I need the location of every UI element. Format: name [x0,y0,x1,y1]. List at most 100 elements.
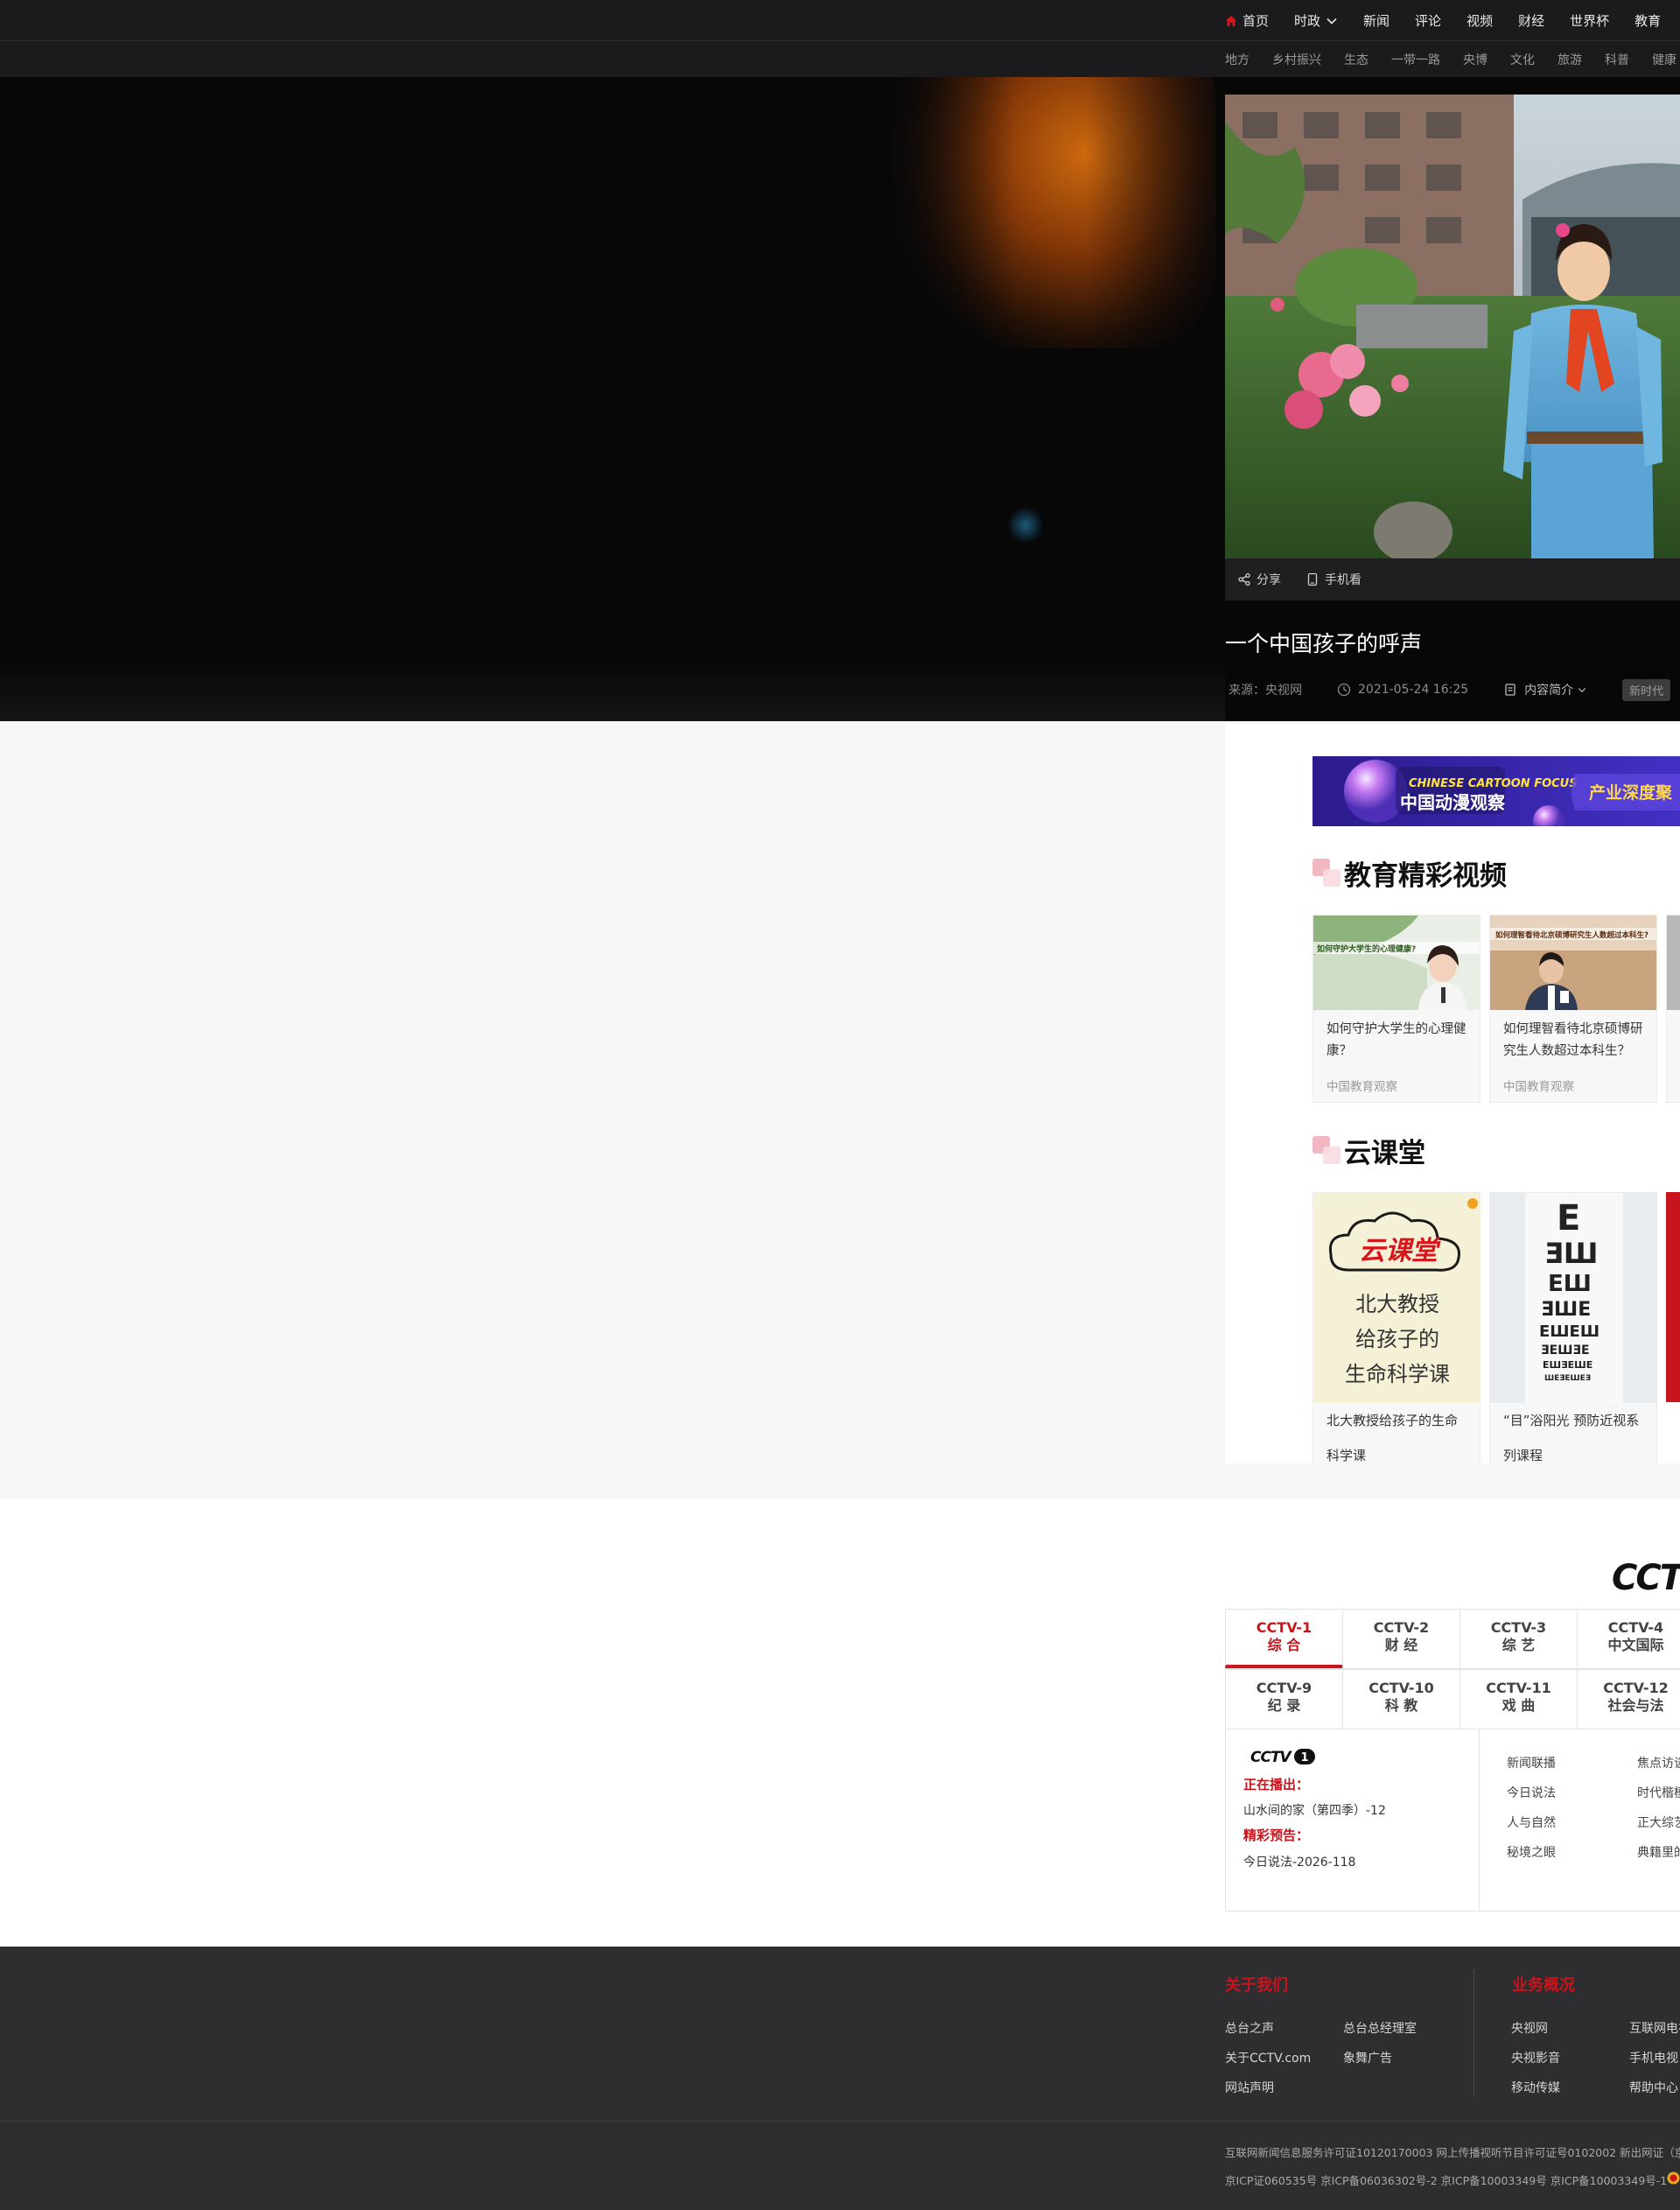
footer-license-line: 互联网新闻信息服务许可证10120170003 网上传播视听节目许可证号0102… [1225,2146,1680,2159]
video-intro-toggle[interactable]: 内容简介 [1503,681,1587,698]
footer-divider [0,2121,1680,2122]
share-label: 分享 [1256,573,1281,587]
svg-text:EШƎEШE: EШƎEШE [1543,1359,1592,1371]
card-source: 中国教育观察 [1503,1080,1574,1094]
sub-nav-item[interactable]: 乡村振兴 [1272,51,1321,68]
sub-nav-item[interactable]: 一带一路 [1391,51,1440,68]
program-link[interactable]: 焦点访谈 [1637,1749,1680,1779]
hero-backdrop-dot [1008,506,1043,544]
footer-link[interactable]: 互联网电视 [1629,2019,1680,2037]
footer-link[interactable]: 央视影音 [1511,2049,1560,2066]
footer-link[interactable]: 象舞广告 [1343,2049,1392,2066]
channel-code: CCTV-1 [1256,1619,1312,1636]
course-poster-line: 生命科学课 [1345,1362,1450,1386]
channel-code: CCTV-10 [1368,1680,1434,1696]
nav-item-news[interactable]: 新闻 [1363,11,1390,30]
player-toolbar: 分享 手机看 [1225,558,1680,600]
preview-program[interactable]: 今日说法-2026-118 [1243,1853,1355,1870]
channel-tab-cctv9[interactable]: CCTV-9 纪 录 [1225,1669,1342,1729]
police-badge-icon [1667,2171,1680,2185]
program-link[interactable]: 新闻联播 [1507,1749,1556,1779]
now-playing-program[interactable]: 山水间的家（第四季）-12 [1243,1801,1386,1819]
footer-icp-line: 京ICP证060535号 京ICP备06036302号-2 京ICP备10003… [1225,2174,1668,2187]
cctv1-logo-number: 1 [1300,1751,1308,1764]
phone-icon [1307,572,1318,586]
channel-tab-cctv12[interactable]: CCTV-12 社会与法 [1577,1669,1680,1729]
footer-link[interactable]: 网站声明 [1225,2079,1274,2096]
mobile-watch-button[interactable]: 手机看 [1306,571,1362,588]
cloud-section-header: 云课堂 [1312,1131,1425,1170]
program-link[interactable]: 时代楷模 [1637,1779,1680,1808]
program-link[interactable]: 今日说法 [1507,1779,1556,1808]
channel-tab-cctv1[interactable]: CCTV-1 综 合 [1225,1609,1342,1668]
nav-item-home[interactable]: 首页 [1225,11,1269,30]
cloud-course-card[interactable]: E ƎШ EШ ƎШE EШEШ ƎEШƎE EШƎEШE ШEƎEШEƎ “目… [1489,1192,1657,1463]
cctv1-logo-text: CCTV [1250,1749,1293,1766]
sub-nav-item[interactable]: 健康 [1652,51,1676,68]
cctv-logo: CCT [1612,1558,1680,1598]
card-thumbnail: 如何守护大学生的心理健康? [1313,916,1480,1010]
nav-label: 新闻 [1363,13,1390,29]
sub-nav-item[interactable]: 旅游 [1558,51,1582,68]
card-title: 如何守护大学生的心理健康？ [1326,1022,1466,1058]
cctv1-logo: CCTV 1 [1250,1747,1317,1770]
channel-name: 综 合 [1267,1637,1301,1653]
channel-tab-cctv10[interactable]: CCTV-10 科 教 [1342,1669,1460,1729]
chevron-down-icon [1578,688,1586,693]
cloud-course-card-partial[interactable] [1666,1192,1680,1402]
channel-code: CCTV-2 [1373,1619,1430,1636]
promo-banner[interactable]: CHINESE CARTOON FOCUS 中国动漫观察 产业深度聚 [1312,756,1680,826]
video-tag[interactable]: 新时代 [1622,678,1671,701]
channel-name: 社会与法 [1607,1697,1664,1714]
sub-nav-item[interactable]: 科普 [1605,51,1629,68]
edu-section-header: 教育精彩视频 [1312,853,1507,893]
footer-link[interactable]: 移动传媒 [1511,2079,1560,2096]
footer-link[interactable]: 总台总经理室 [1343,2019,1417,2037]
section-marker-icon [1312,858,1340,887]
chevron-down-icon [1326,18,1337,25]
edu-video-card[interactable]: 如何理智看待北京硕博研究生人数超过本科生? 如何理智看待北京硕博研究生人数超过本… [1489,915,1657,1103]
sub-nav-item[interactable]: 文化 [1510,51,1535,68]
video-source: 来源：央视网 [1228,684,1302,698]
eye-chart-image: E ƎШ EШ ƎШE EШEШ ƎEШƎE EШƎEШE ШEƎEШEƎ [1490,1193,1656,1403]
nav-item-comment[interactable]: 评论 [1415,11,1441,30]
edu-video-card-partial[interactable] [1666,915,1680,1103]
nav-item-finance[interactable]: 财经 [1518,11,1544,30]
card-title: “目”浴阳光 预防近视系列课程 [1503,1413,1640,1463]
channel-tab-cctv3[interactable]: CCTV-3 综 艺 [1460,1609,1577,1668]
footer-link[interactable]: 手机电视 [1629,2049,1678,2066]
edu-video-card[interactable]: 如何守护大学生的心理健康? 如何守护大学生的心理健康？ 中国教育观察 [1312,915,1480,1103]
video-intro-label: 内容简介 [1524,684,1574,698]
nav-item-worldcup[interactable]: 世界杯 [1570,11,1609,30]
hero-backdrop-shade [875,77,1225,721]
footer-link[interactable]: 央视网 [1511,2019,1548,2037]
nav-item-education[interactable]: 教育 [1634,11,1661,30]
promo-banner-image: CHINESE CARTOON FOCUS 中国动漫观察 产业深度聚 [1312,756,1680,826]
channel-name: 中文国际 [1607,1637,1664,1653]
cloud-course-card[interactable]: 云课堂 北大教授 给孩子的 生命科学课 北大教授给孩子的生命科学课 [1312,1192,1480,1463]
section-marker-icon [1312,1135,1340,1164]
footer-link[interactable]: 总台之声 [1225,2019,1274,2037]
sub-nav-item[interactable]: 生态 [1344,51,1368,68]
program-link[interactable]: 典籍里的 [1637,1838,1680,1868]
nav-item-politics[interactable]: 时政 [1294,11,1338,30]
now-playing-label: 正在播出： [1243,1777,1310,1793]
channel-code: CCTV-3 [1490,1619,1547,1636]
nav-label: 世界杯 [1570,13,1610,29]
channel-tab-cctv4[interactable]: CCTV-4 中文国际 [1577,1609,1680,1668]
video-frame-image [1225,95,1680,558]
sub-nav-item[interactable]: 地方 [1225,51,1250,68]
channel-tab-cctv2[interactable]: CCTV-2 财 经 [1342,1609,1460,1668]
program-link[interactable]: 人与自然 [1507,1808,1556,1838]
sub-nav-item[interactable]: 央博 [1463,51,1488,68]
channel-code: CCTV-9 [1256,1680,1312,1696]
video-player[interactable] [1225,95,1680,558]
card-source: 中国教育观察 [1326,1080,1397,1094]
nav-item-video[interactable]: 视频 [1466,11,1493,30]
footer-link[interactable]: 帮助中心 [1629,2079,1678,2096]
program-link[interactable]: 正大综艺 [1637,1808,1680,1838]
program-link[interactable]: 秘境之眼 [1507,1838,1556,1868]
footer-link[interactable]: 关于CCTV.com [1225,2049,1311,2066]
channel-tab-cctv11[interactable]: CCTV-11 戏 曲 [1460,1669,1577,1729]
share-button[interactable]: 分享 [1237,571,1281,588]
